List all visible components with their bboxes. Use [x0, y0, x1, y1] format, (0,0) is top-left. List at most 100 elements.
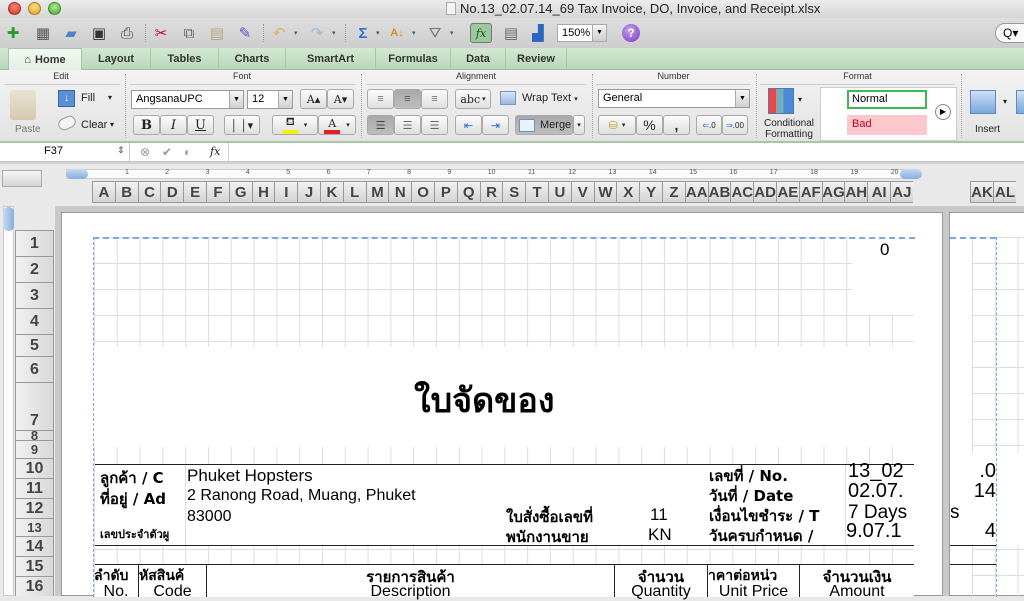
font-size-select[interactable]: 12 ▼: [247, 90, 293, 109]
media-browser-icon[interactable]: ▟: [527, 23, 549, 43]
name-box[interactable]: F37: [0, 143, 130, 161]
function-circle-icon[interactable]: ◐: [184, 145, 191, 159]
paste-icon[interactable]: ▤: [206, 23, 228, 43]
zoom-select[interactable]: 150% ▼: [557, 24, 607, 42]
column-header-ae[interactable]: AE: [776, 181, 799, 203]
column-header-k[interactable]: K: [320, 181, 343, 203]
percent-button[interactable]: %: [636, 115, 663, 135]
date-value[interactable]: 02.07.: [848, 480, 914, 503]
column-header-n[interactable]: N: [388, 181, 412, 203]
styles-next-button[interactable]: ▶: [935, 104, 951, 120]
sort-icon[interactable]: A↓: [386, 23, 408, 43]
shrink-font-button[interactable]: A▾: [327, 89, 354, 109]
filter-dropdown[interactable]: ▾: [450, 29, 454, 37]
decrease-indent-button[interactable]: ⇤: [455, 115, 482, 135]
open-icon[interactable]: ▰: [60, 23, 82, 43]
cut-icon[interactable]: ✂: [150, 23, 172, 43]
column-header-y[interactable]: Y: [639, 181, 662, 203]
conditional-formatting-dropdown[interactable]: ▾: [798, 95, 802, 104]
copy-icon[interactable]: ⧉: [178, 23, 200, 43]
decrease-decimal-button[interactable]: ⇒.00: [722, 115, 748, 135]
align-top-button[interactable]: ≡: [367, 89, 394, 109]
underline-button[interactable]: U: [187, 115, 214, 135]
clear-button[interactable]: Clear: [81, 119, 107, 131]
ruler-right-margin-handle[interactable]: [900, 169, 922, 179]
save-icon[interactable]: ▣: [88, 23, 110, 43]
row-header-12[interactable]: 12: [15, 498, 54, 518]
number-format-select[interactable]: General ▼: [598, 89, 750, 108]
column-header-ag[interactable]: AG: [821, 181, 845, 203]
grow-font-button[interactable]: A▴: [300, 89, 327, 109]
column-header-c[interactable]: C: [137, 181, 161, 203]
wrap-text-button[interactable]: Wrap Text ▾: [522, 92, 578, 104]
salesperson-value[interactable]: KN: [648, 525, 672, 545]
column-header-r[interactable]: R: [479, 181, 503, 203]
bold-button[interactable]: B: [133, 115, 160, 135]
paste-button-label[interactable]: Paste: [15, 124, 41, 135]
font-name-select[interactable]: AngsanaUPC ▼: [131, 90, 244, 109]
row-header-15[interactable]: 15: [15, 556, 54, 576]
row-header-6[interactable]: 6: [15, 356, 54, 382]
close-window-button[interactable]: [8, 2, 21, 15]
templates-icon[interactable]: ▦: [32, 23, 54, 43]
column-header-g[interactable]: G: [228, 181, 252, 203]
column-header-z[interactable]: Z: [662, 181, 685, 203]
column-header-b[interactable]: B: [114, 181, 138, 203]
cell-r1-value[interactable]: 0: [880, 240, 889, 260]
autosum-dropdown[interactable]: ▾: [376, 29, 380, 37]
increase-decimal-button[interactable]: ⇐.0: [696, 115, 722, 135]
column-header-ah[interactable]: AH: [844, 181, 868, 203]
column-header-ak[interactable]: AK: [970, 181, 993, 203]
column-header-x[interactable]: X: [616, 181, 640, 203]
formula-input[interactable]: [228, 143, 1024, 161]
row-header-14[interactable]: 14: [15, 536, 54, 556]
italic-button[interactable]: I: [160, 115, 187, 135]
column-header-af[interactable]: AF: [798, 181, 822, 203]
merge-button[interactable]: Merge: [515, 115, 573, 135]
column-header-q[interactable]: Q: [456, 181, 480, 203]
align-left-button[interactable]: ☰: [367, 115, 394, 135]
column-header-i[interactable]: I: [274, 181, 298, 203]
customer-name[interactable]: Phuket Hopsters: [187, 466, 313, 486]
column-header-ab[interactable]: AB: [707, 181, 731, 203]
style-normal[interactable]: Normal: [847, 90, 927, 109]
search-button[interactable]: Q▾: [995, 23, 1024, 43]
paste-icon[interactable]: [10, 90, 36, 120]
row-header-4[interactable]: 4: [15, 308, 54, 334]
address-line-1[interactable]: 2 Ranong Road, Muang, Phuket: [187, 487, 416, 505]
zoom-window-button[interactable]: [48, 2, 61, 15]
autosum-icon[interactable]: Σ: [352, 23, 374, 43]
row-header-9[interactable]: 9: [15, 440, 54, 458]
cancel-formula-icon[interactable]: ⊗: [140, 145, 150, 159]
tab-charts[interactable]: Charts: [219, 48, 286, 70]
column-header-v[interactable]: V: [570, 181, 594, 203]
name-box-stepper[interactable]: ⇕: [117, 145, 125, 156]
column-header-t[interactable]: T: [525, 181, 548, 203]
redo-dropdown[interactable]: ▾: [332, 29, 336, 37]
column-header-ad[interactable]: AD: [753, 181, 776, 203]
undo-dropdown[interactable]: ▾: [294, 29, 298, 37]
merge-dropdown[interactable]: ▾: [573, 115, 585, 135]
align-bottom-button[interactable]: ≡: [421, 89, 448, 109]
insert-dropdown[interactable]: ▾: [1003, 97, 1007, 106]
row-header-13[interactable]: 13: [15, 518, 54, 536]
column-header-j[interactable]: J: [297, 181, 320, 203]
column-header-u[interactable]: U: [548, 181, 571, 203]
tab-layout[interactable]: Layout: [82, 48, 151, 70]
comma-button[interactable]: ,: [663, 115, 690, 135]
column-header-p[interactable]: P: [434, 181, 457, 203]
borders-button[interactable]: │ │▾: [224, 115, 260, 135]
column-header-h[interactable]: H: [251, 181, 275, 203]
row-header-3[interactable]: 3: [15, 282, 54, 308]
tab-review[interactable]: Review: [506, 48, 567, 70]
ruler-top-margin-handle[interactable]: [3, 207, 14, 231]
row-header-7[interactable]: 7: [15, 382, 54, 430]
insert-function-icon[interactable]: fx: [210, 145, 220, 158]
row-header-16[interactable]: 16: [15, 576, 54, 596]
row-header-10[interactable]: 10: [15, 458, 54, 478]
row-header-2[interactable]: 2: [15, 256, 54, 282]
column-header-ai[interactable]: AI: [867, 181, 890, 203]
undo-icon[interactable]: ↶: [268, 23, 290, 43]
tab-data[interactable]: Data: [451, 48, 506, 70]
column-header-e[interactable]: E: [183, 181, 206, 203]
